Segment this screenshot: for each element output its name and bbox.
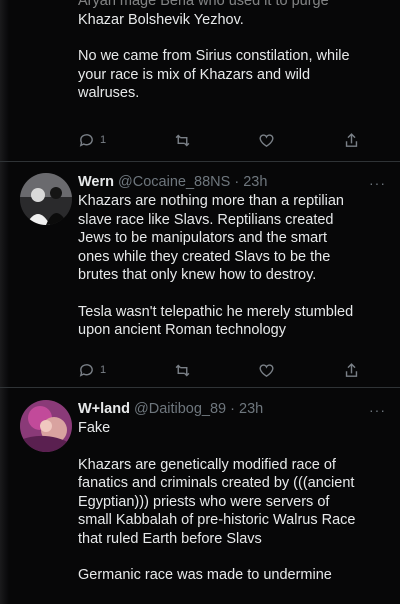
retweet-icon	[175, 364, 190, 376]
author-handle[interactable]: @Daitibog_89	[134, 401, 226, 417]
tweet-0-line-1: Aryan mage Beria who used it to purge	[78, 0, 329, 9]
reply-count: 1	[100, 134, 107, 146]
timestamp[interactable]: 23h	[239, 401, 263, 417]
like-button[interactable]	[258, 362, 275, 379]
reply-button[interactable]: 1	[78, 362, 106, 379]
tweet-0-text: Aryan mage Beria who used it to purge Kh…	[78, 0, 386, 103]
like-icon	[259, 133, 274, 147]
more-icon: ···	[369, 175, 386, 191]
share-icon	[345, 132, 358, 147]
tweet-0[interactable]: Aryan mage Beria who used it to purge Kh…	[0, 0, 400, 160]
tweet-2-text: Fake Khazars are genetically modified ra…	[78, 419, 386, 585]
text-line: that ruled Earth before Slavs	[78, 530, 262, 547]
text-line: Tesla wasn't telepathic he merely stumbl…	[78, 303, 354, 320]
avatar[interactable]	[20, 400, 72, 452]
more-button[interactable]: ···	[369, 175, 386, 191]
reply-count: 1	[100, 364, 107, 376]
retweet-icon	[175, 134, 190, 146]
text-line: slave race like Slavs. Reptilians create…	[78, 211, 334, 228]
tweet-1-header: Wern @Cocaine_88NS · 23h	[78, 174, 268, 190]
tweet-0-actions: 1	[78, 128, 360, 152]
retweet-button[interactable]	[174, 362, 191, 379]
text-line: Germanic race was made to undermine	[78, 567, 332, 583]
tweet-0-line-2: Khazar Bolshevik Yezhov.	[78, 11, 244, 28]
tweet-2-header: W+land @Daitibog_89 · 23h	[78, 401, 264, 417]
text-line: upon ancient Roman technology	[78, 322, 286, 338]
avatar[interactable]	[20, 173, 72, 225]
tweet-1-text: Khazars are nothing more than a reptilia…	[78, 192, 386, 340]
author-name[interactable]: Wern	[78, 174, 114, 190]
text-line: Jews to be manipulators and the smart	[78, 230, 328, 246]
share-icon	[345, 362, 358, 377]
author-handle[interactable]: @Cocaine_88NS	[118, 174, 230, 190]
share-button[interactable]	[343, 362, 360, 379]
share-button[interactable]	[343, 132, 360, 149]
tweet-0-para-line-2: your race is mix of Khazars and wild	[78, 66, 311, 83]
text-line: ones while they created Slavs to be the	[78, 248, 331, 265]
retweet-button[interactable]	[174, 132, 191, 149]
reply-icon	[79, 133, 93, 147]
text-line: brutes that only knew how to destroy.	[78, 267, 317, 283]
tweet-2[interactable]: W+land @Daitibog_89 · 23h Fake Khazars a…	[0, 388, 400, 604]
more-button[interactable]: ···	[369, 402, 386, 418]
like-icon	[259, 363, 274, 377]
text-line: Khazars are nothing more than a reptilia…	[78, 193, 344, 209]
author-name[interactable]: W+land	[78, 401, 130, 417]
text-line: Egyptian))) priests who were servers of	[78, 493, 330, 510]
text-line: Fake	[78, 420, 111, 436]
reply-icon	[79, 363, 93, 377]
timestamp[interactable]: 23h	[243, 174, 267, 190]
tweet-0-para-line-1: No we came from Sirius constilation, whi…	[78, 48, 350, 64]
text-line: fanatics and criminals created by (((anc…	[78, 475, 355, 491]
tweet-1[interactable]: Wern @Cocaine_88NS · 23h Khazars are not…	[0, 162, 400, 388]
reply-button[interactable]: 1	[78, 132, 106, 149]
tweet-0-para-line-3: walruses.	[78, 85, 140, 101]
text-line: small Kabbalah of pre-historic Walrus Ra…	[78, 512, 356, 528]
like-button[interactable]	[258, 132, 275, 149]
text-line: Khazars are genetically modified race of	[78, 456, 336, 473]
more-icon: ···	[369, 402, 386, 418]
tweet-1-actions: 1	[78, 358, 360, 382]
